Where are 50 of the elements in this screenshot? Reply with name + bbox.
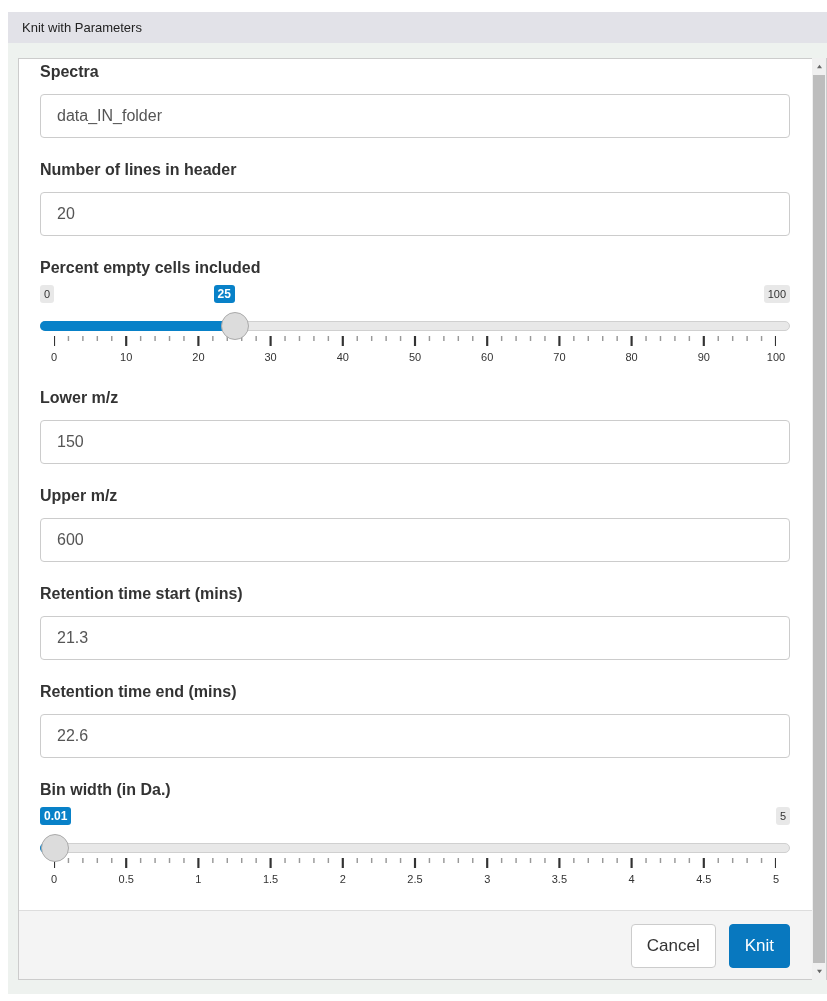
field-label: Upper m/z (40, 486, 119, 506)
max-label: 100 (763, 285, 790, 303)
slider-track[interactable] (40, 834, 790, 862)
field-label: Retention time start (mins) (40, 584, 244, 604)
field-label: Retention time end (mins) (40, 682, 238, 702)
value-label: 0.01 (40, 807, 72, 825)
tick-label: 10 (120, 351, 133, 363)
slider-handle[interactable] (41, 834, 70, 862)
knit-button[interactable]: Knit (728, 924, 790, 968)
input-field[interactable]: 22.6 (40, 714, 790, 758)
input-field[interactable]: 21.3 (40, 616, 790, 660)
tick-label: 90 (697, 351, 710, 363)
field-label: Spectra (40, 62, 100, 82)
tick-label: 5 (772, 873, 780, 885)
tick-label: 50 (408, 351, 422, 363)
window-title: Knit with Parameters (22, 20, 142, 35)
field-label: Lower m/z (40, 388, 120, 408)
tick-label: 70 (553, 351, 566, 363)
field-label: Percent empty cells included (40, 258, 262, 278)
tick-label: 0.5 (118, 873, 134, 885)
slider-handle[interactable] (220, 312, 249, 340)
input-field[interactable]: 150 (40, 420, 790, 464)
tick-label: 40 (336, 351, 349, 363)
tick-label: 1 (195, 873, 202, 885)
field-label: Number of lines in header (40, 160, 238, 180)
max-label: 5 (775, 807, 790, 825)
cancel-button[interactable]: Cancel (630, 924, 716, 968)
value-label: 25 (213, 285, 235, 303)
field-label: Bin width (in Da.) (40, 780, 172, 800)
tick-label: 3 (484, 873, 491, 885)
scroll-up-icon[interactable] (815, 64, 823, 69)
tick-label: 2 (339, 873, 346, 885)
input-field[interactable]: 600 (40, 518, 790, 562)
tick-label: 20 (192, 351, 205, 363)
scroll-down-icon[interactable] (815, 969, 823, 974)
tick-label: 3.5 (551, 873, 568, 885)
input-field[interactable]: 20 (40, 192, 790, 236)
tick-label: 30 (264, 351, 277, 363)
min-label: 0 (40, 285, 55, 303)
tick-label: 60 (481, 351, 494, 363)
tick-label: 80 (625, 351, 638, 363)
tick-label: 1.5 (262, 873, 279, 885)
tick-label: 100 (766, 351, 786, 363)
input-field[interactable]: data_IN_folder (40, 94, 790, 138)
slider-track[interactable] (40, 312, 790, 340)
tick-label: 4 (628, 873, 635, 885)
tick-label: 0 (50, 351, 58, 363)
tick-label: 0 (50, 873, 58, 885)
tick-label: 2.5 (407, 873, 423, 885)
tick-label: 4.5 (696, 873, 712, 885)
